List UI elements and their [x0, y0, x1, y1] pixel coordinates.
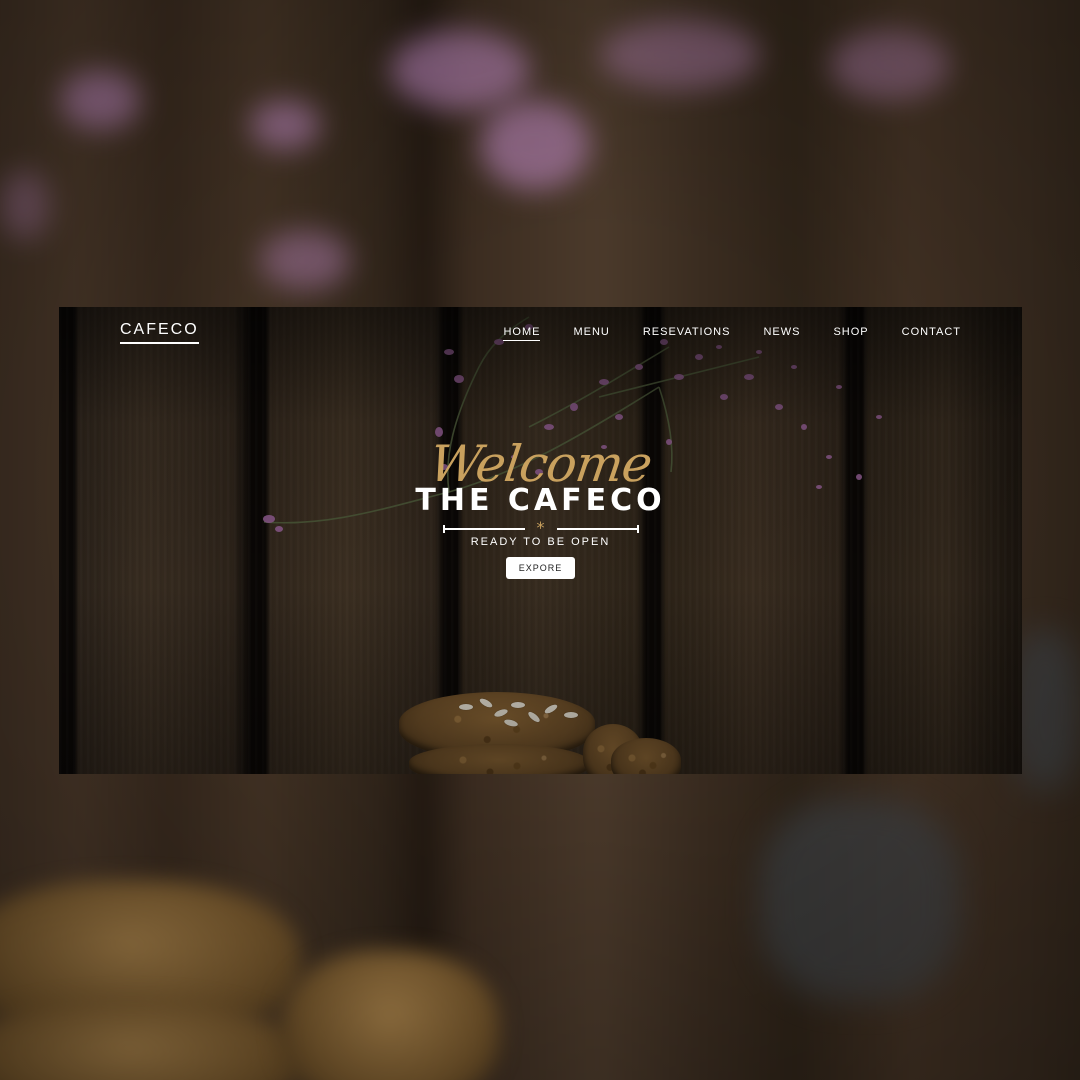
nav-item-news[interactable]: NEWS — [763, 326, 800, 341]
hero-script-heading: Welcome — [425, 435, 656, 493]
website-preview: CAFECO HOME MENU RESEVATIONS NEWS SHOP C… — [59, 307, 1022, 774]
nav-item-contact[interactable]: CONTACT — [902, 326, 961, 341]
explore-button[interactable]: EXPORE — [505, 557, 576, 579]
nav-item-home[interactable]: HOME — [503, 326, 541, 341]
main-nav: HOME MENU RESEVATIONS NEWS SHOP CONTACT — [470, 326, 961, 341]
star-icon: * — [536, 518, 545, 537]
site-logo[interactable]: CAFECO — [120, 321, 199, 344]
divider-cap-right — [636, 525, 639, 533]
ornamental-divider: * — [442, 518, 639, 537]
divider-line-left — [442, 528, 525, 530]
nav-item-menu[interactable]: MENU — [573, 326, 609, 341]
divider-line-right — [556, 528, 639, 530]
hero-section: Welcome THE CAFECO * READY TO BE OPEN EX… — [59, 435, 1022, 579]
hero-tagline: READY TO BE OPEN — [470, 536, 611, 548]
nav-item-reservations[interactable]: RESEVATIONS — [643, 326, 731, 341]
nav-item-shop[interactable]: SHOP — [833, 326, 868, 341]
